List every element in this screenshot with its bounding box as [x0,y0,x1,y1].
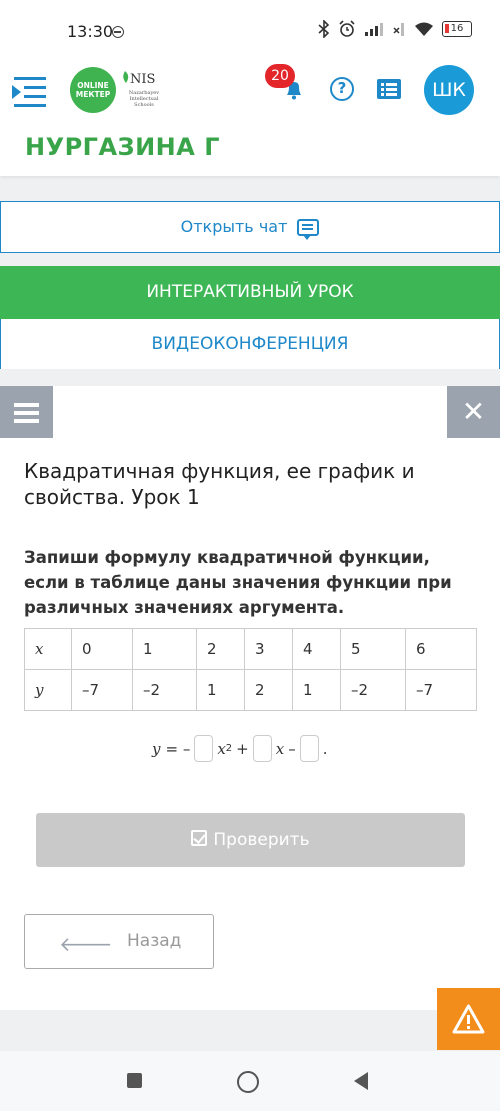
onlinemektep-logo[interactable]: ONLINE МЕКТЕР [70,67,116,113]
check-label: Проверить [213,830,310,850]
wifi-icon [415,22,433,36]
table-row: y –7 –2 1 2 1 –2 –7 [24,669,477,711]
table-cell: 6 [405,628,477,670]
answer-formula: y = – x2 + x – . [152,735,328,762]
formula-eq: = – [165,739,191,758]
table-cell: 4 [292,628,341,670]
back-label: Назад [127,931,182,951]
open-chat-button[interactable]: Открыть чат [0,201,500,253]
open-chat-label: Открыть чат [180,217,288,236]
table-cell: 0 [71,628,133,670]
alarm-icon [339,20,355,37]
formula-y: y [152,739,161,758]
formula-plus: + [236,739,249,758]
formula-dot: . [322,739,328,758]
help-icon[interactable]: ? [330,77,354,101]
table-cell: 5 [340,628,406,670]
interactive-lesson-tab[interactable]: ИНТЕРАКТИВНЫЙ УРОК [0,266,500,319]
table-row: x 0 1 2 3 4 5 6 [24,628,477,670]
formula-minus: – [288,739,296,758]
check-button[interactable]: Проверить [36,813,465,867]
table-cell: 2 [244,669,293,711]
values-table: x 0 1 2 3 4 5 6 y –7 –2 1 2 1 –2 –7 [24,628,477,711]
coefficient-c-input[interactable] [299,735,319,762]
table-cell: –7 [71,669,133,711]
sidebar-toggle-icon[interactable] [12,77,46,107]
formula-exp: 2 [225,743,233,754]
table-cell: 2 [196,628,245,670]
videoconference-tab[interactable]: ВИДЕОКОНФЕРЕНЦИЯ [0,319,500,369]
report-problem-button[interactable] [437,988,500,1050]
user-name: НУРГАЗИНА Г [25,133,220,161]
close-icon[interactable]: ✕ [447,386,500,438]
app-header: ONLINE МЕКТЕР NIS Nazarbayev Intellectua… [0,64,500,128]
nis-logo-subtitle: Nazarbayev Intellectual Schools [128,90,160,108]
table-cell: 3 [244,628,293,670]
chat-icon [297,219,320,240]
task-text: Запиши формулу квадратичной функции, есл… [24,548,452,617]
coefficient-b-input[interactable] [252,735,272,762]
coefficient-a-input[interactable] [194,735,214,762]
table-cell: 1 [196,669,245,711]
lesson-menu-button[interactable] [0,386,53,438]
lesson-title: Квадратичная функция, ее график и свойст… [24,459,415,509]
avatar[interactable]: ШК [424,65,474,115]
table-cell: –2 [340,669,406,711]
dnd-icon [112,26,124,38]
formula-x: x [275,739,285,758]
home-icon[interactable] [237,1071,259,1093]
notifications-badge: 20 [265,64,295,88]
recent-apps-icon[interactable] [127,1073,142,1088]
back-nav-icon[interactable] [354,1072,368,1090]
table-header-y: y [24,669,72,711]
battery-icon: 16 [442,21,472,37]
back-button[interactable]: 🡐 Назад [24,914,214,969]
table-cell: 1 [292,669,341,711]
checkbox-icon [191,830,208,846]
status-bar: 13:30 16 [0,0,500,64]
android-nav-bar [0,1051,500,1111]
list-icon[interactable] [377,79,401,99]
table-cell: 1 [132,628,197,670]
table-cell: –2 [132,669,197,711]
status-time: 13:30 [67,22,114,41]
no-signal-icon [393,23,404,36]
bluetooth-icon [318,20,330,38]
table-cell: –7 [405,669,477,711]
nis-logo: NIS Nazarbayev Intellectual Schools [120,68,166,114]
formula-x2: x [217,739,226,758]
table-header-x: x [24,628,72,670]
signal-icon [365,23,383,36]
nis-logo-text: NIS [130,72,156,87]
warning-icon [452,1004,485,1034]
arrow-left-icon: 🡐 [59,932,113,956]
status-icons: 16 [318,20,472,38]
